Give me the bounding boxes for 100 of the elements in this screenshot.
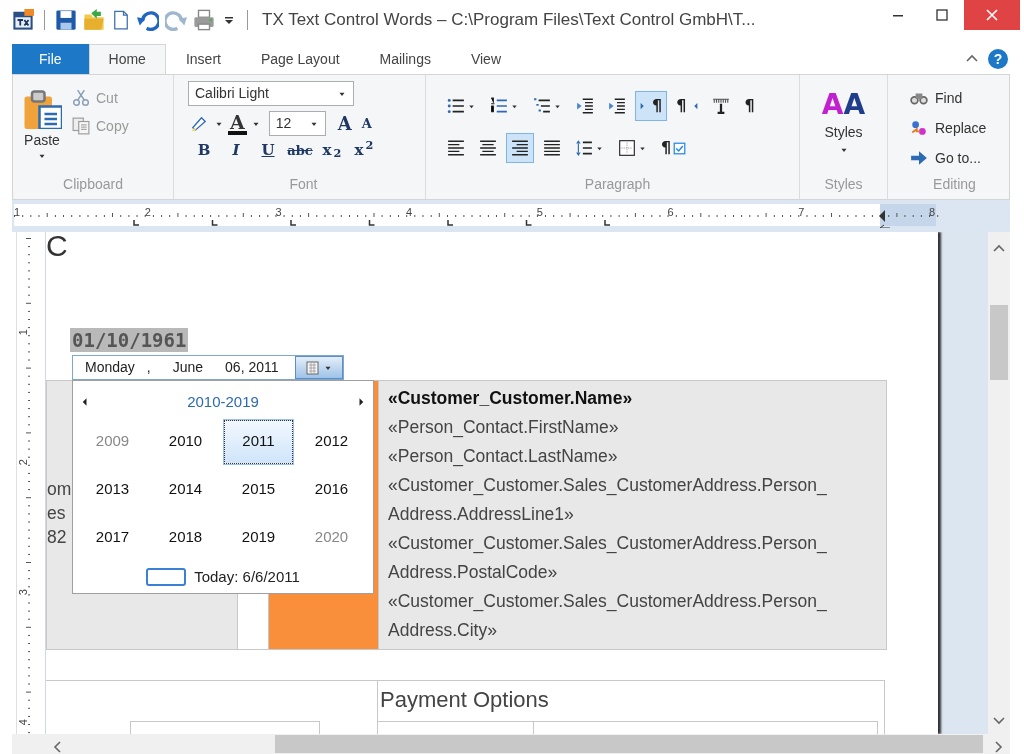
copy-icon [72,117,90,135]
folder-icon[interactable] [83,9,105,31]
merge-field: «Customer_Customer.Name» [388,384,633,413]
merge-field: «Person_Contact.LastName» [388,442,618,471]
paste-button[interactable]: Paste [19,87,65,174]
table-text: es [47,502,66,525]
align-right-button[interactable] [506,133,534,163]
ruler-number: 3 [275,205,282,220]
ruler-number: 1 [14,205,21,220]
save-icon[interactable] [55,9,77,31]
new-document-icon[interactable] [111,10,131,30]
outdent-icon [576,97,594,115]
replace-button[interactable]: Replace [906,115,1003,141]
year-cell[interactable]: 2017 [78,515,147,560]
decade-header[interactable]: 2010-2019 [187,391,259,414]
tabs-icon [712,97,731,115]
multilevel-icon [533,97,551,115]
year-cell[interactable]: 2020 [297,515,366,560]
merge-field: «Customer_Customer.Sales_CustomerAddress.Person_ [388,471,827,500]
table-text: 82 [47,526,67,549]
merge-field: «Customer_Customer.Sales_CustomerAddress.Person_ [388,587,827,616]
ruler-number: 2 [15,459,30,466]
ruler-number: 1 [15,329,30,336]
year-cell[interactable]: 2009 [78,419,147,464]
year-cell[interactable]: 2012 [297,419,366,464]
grow-font-icon[interactable]: A [337,110,352,137]
year-cell[interactable]: 2013 [78,467,147,512]
clipboard-icon [22,89,62,129]
heading-text: C [46,232,68,260]
year-cell[interactable]: 2018 [151,515,220,560]
bold-button[interactable]: B [188,141,220,160]
date-field[interactable]: 01/10/1961 [70,328,189,352]
merge-field: Address.City» [388,616,497,645]
font-name-dropdown[interactable]: Calibri Light [188,81,354,106]
justify-icon [543,139,561,157]
year-cell[interactable]: 2016 [297,467,366,512]
group-label: Editing [932,175,977,194]
shrink-font-icon[interactable]: A [361,113,372,134]
marks-button[interactable]: ¶ [739,91,760,121]
rtl-button[interactable]: ¶ [671,91,704,121]
ribbon-tab[interactable]: Insert [165,44,241,74]
numbering-icon [490,97,508,115]
arrow-icon [909,149,929,167]
italic-button[interactable]: I [220,141,252,160]
year-cell[interactable]: 2014 [151,467,220,512]
year-cell[interactable]: 2019 [224,515,293,560]
bullets-icon [447,97,465,115]
ruler-number: 4 [406,205,413,220]
table-text: om [47,478,72,501]
group-label: Font [288,175,319,194]
undo-icon[interactable] [137,9,159,31]
group-label: Styles [824,175,863,194]
group-label: Paragraph [583,175,652,194]
ruler-number: 6 [667,205,674,220]
ribbon-tab[interactable]: Mailings [359,44,451,74]
merge-field: Address.AddressLine1» [388,500,574,529]
ruler-number: 2 [144,205,151,220]
maximize-icon[interactable] [934,7,950,23]
replace-icon [909,119,929,137]
format-button[interactable]: ¶ [656,133,692,163]
ribbon-tab[interactable]: View [450,44,521,74]
merge-field: «Person_Contact.FirstName» [388,413,619,442]
strike-button[interactable]: abc [284,142,316,159]
help-icon[interactable]: ? [988,49,1008,69]
window-title: TX Text Control Words – C:\Program Files\Text Control GmbH\T... [262,9,756,32]
scissors-icon [72,89,90,107]
merge-field: Address.PostalCode» [388,558,558,587]
today-link[interactable]: Today: 6/6/2011 [194,565,300,588]
goto-button[interactable]: Go to... [906,145,1003,171]
ruler-number: 8 [928,205,935,220]
ruler-number: 4 [15,719,30,726]
close-icon [984,7,1000,23]
ribbon-tab[interactable]: Home [88,44,166,74]
today-marker-icon [146,567,187,586]
ribbon-tab[interactable]: Page Layout [240,44,360,74]
year-cell[interactable]: 2015 [224,467,293,512]
app-logo-icon[interactable] [12,9,34,31]
year-cell[interactable]: 2011 [224,419,293,464]
year-cell[interactable]: 2010 [151,419,220,464]
borders-icon [618,139,636,157]
scrollbar-thumb[interactable] [275,735,983,753]
ribbon-tab[interactable]: File [12,44,89,74]
align-center-icon [479,139,497,157]
payment-heading: Payment Options [379,686,550,714]
sub-button[interactable]: x$_{2}$ [316,141,348,160]
font-size-dropdown[interactable]: 12 [268,111,326,136]
align-left-icon [447,139,465,157]
sup-button[interactable]: x$^{2}$ [348,141,380,160]
print-icon[interactable] [193,9,215,31]
styles-button[interactable]: AA Styles [818,89,869,157]
underline-button[interactable]: U [252,141,284,160]
spacing-icon [575,139,593,157]
scrollbar-thumb[interactable] [990,305,1008,380]
find-button[interactable]: Find [906,85,1003,111]
align-right-icon [511,139,529,157]
ruler-number: 3 [15,589,30,596]
indent-icon [608,97,626,115]
checkbox-icon [673,141,687,155]
ruler-number: 5 [536,205,543,220]
ltr-button[interactable]: ¶ [635,91,668,121]
